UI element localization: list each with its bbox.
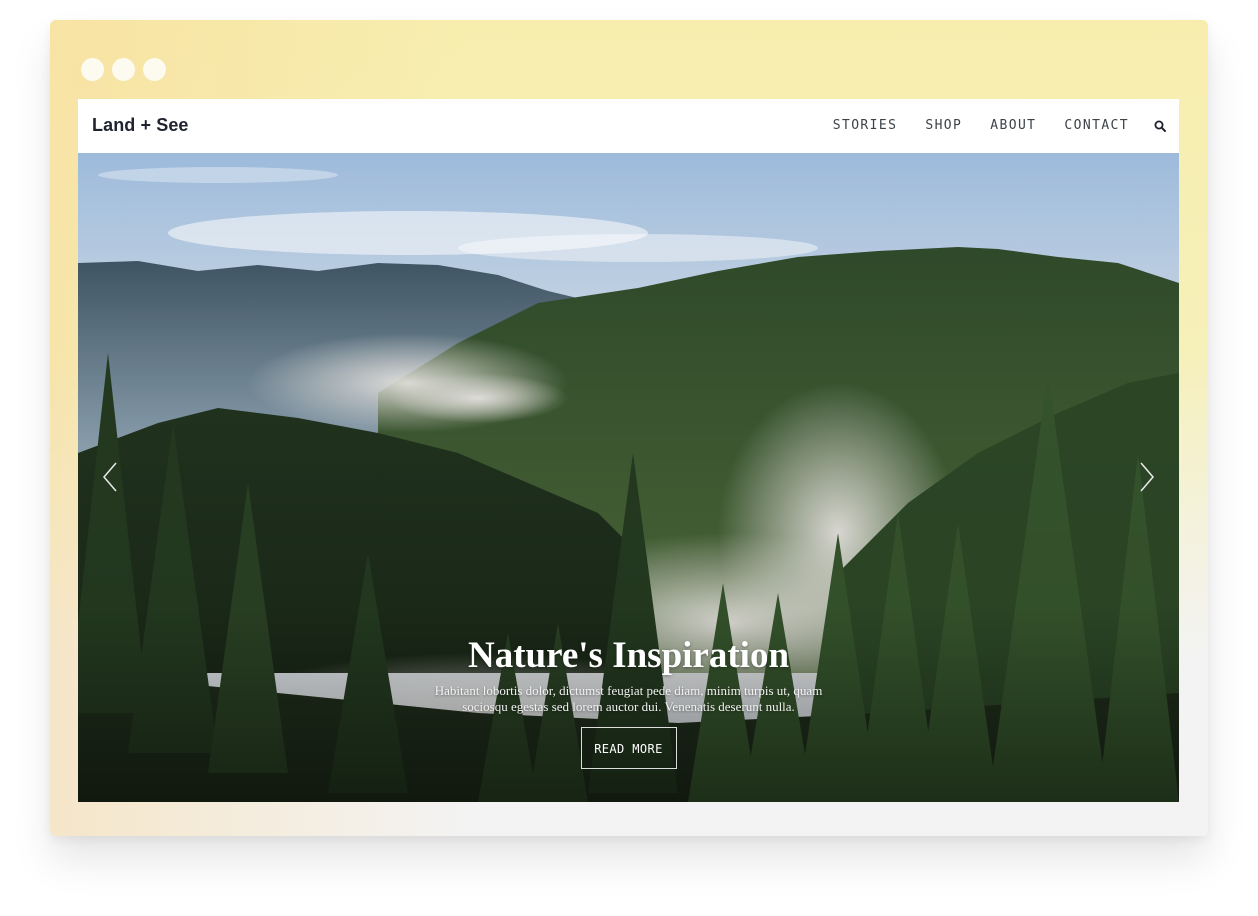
hero-description: Habitant lobortis dolor, dictumst feugia… <box>434 683 823 714</box>
search-icon[interactable] <box>1154 120 1166 132</box>
hero-title: Nature's Inspiration <box>467 635 790 676</box>
window-control-dot[interactable] <box>112 58 135 81</box>
nav-item-about[interactable]: ABOUT <box>990 118 1036 133</box>
site-navbar: Land + See STORIES SHOP ABOUT CONTACT <box>78 99 1179 153</box>
nav-item-contact[interactable]: CONTACT <box>1064 118 1129 133</box>
browser-window: Land + See STORIES SHOP ABOUT CONTACT Na… <box>50 20 1208 836</box>
main-navigation: STORIES SHOP ABOUT CONTACT <box>833 118 1129 133</box>
read-more-button[interactable]: READ MORE <box>580 727 677 769</box>
window-control-dot[interactable] <box>143 58 166 81</box>
nav-item-stories[interactable]: STORIES <box>833 118 898 133</box>
hero-slider: Nature's Inspiration Habitant lobortis d… <box>78 153 1179 802</box>
window-control-dot[interactable] <box>81 58 104 81</box>
nav-item-shop[interactable]: SHOP <box>925 118 962 133</box>
chevron-left-icon[interactable] <box>100 459 120 495</box>
chevron-right-icon[interactable] <box>1137 459 1157 495</box>
site-logo[interactable]: Land + See <box>92 115 189 136</box>
window-controls <box>81 58 166 81</box>
website-viewport: Land + See STORIES SHOP ABOUT CONTACT Na… <box>78 99 1179 802</box>
hero-caption: Nature's Inspiration Habitant lobortis d… <box>78 633 1179 769</box>
